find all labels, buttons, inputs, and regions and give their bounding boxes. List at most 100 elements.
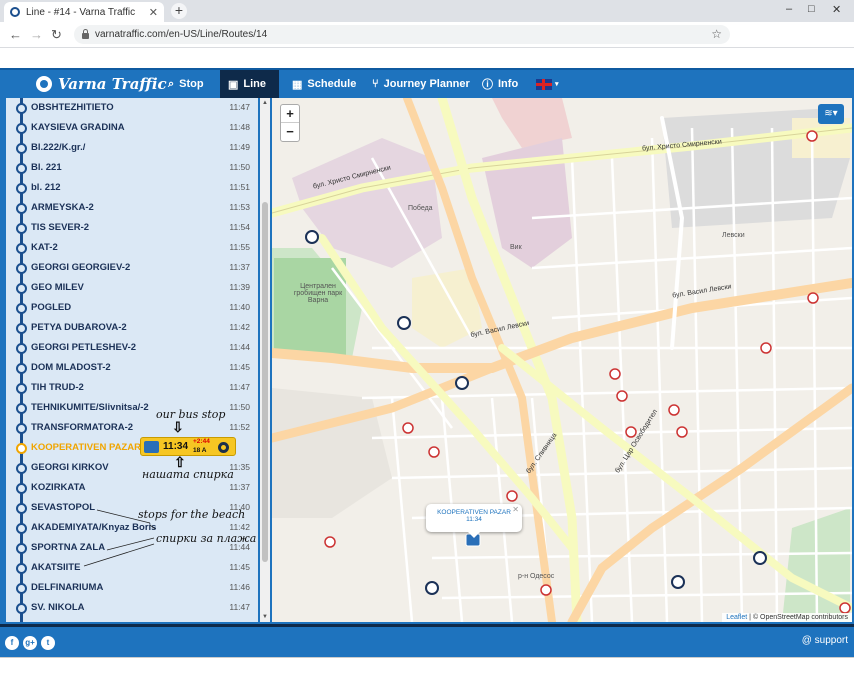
support-link[interactable]: @ support	[802, 635, 848, 646]
stop-row[interactable]: DELFINARIUMA 11:46	[6, 578, 258, 598]
site-logo[interactable]: Varna Traffic	[36, 75, 167, 93]
popup-close-icon[interactable]: ✕	[512, 505, 519, 514]
bus-plate: 18 A	[193, 447, 207, 454]
stop-time: 11:47	[229, 382, 250, 392]
site-favicon-icon	[10, 7, 20, 17]
zoom-control: + −	[280, 104, 300, 142]
stop-name: GEORGI KIRKOV	[31, 462, 109, 473]
nav-info-label: Info	[498, 78, 519, 90]
stop-row[interactable]: AKATSIITE 11:45	[6, 558, 258, 578]
back-arrow-icon[interactable]: ←	[9, 27, 22, 42]
nav-line[interactable]: ▣ Line	[220, 70, 279, 98]
layers-button[interactable]: ≋▾	[818, 104, 844, 124]
stop-dot-icon	[16, 343, 27, 354]
map-panel: + − ≋▾ Победа Левски Вик р-н Одесос Цент…	[270, 98, 854, 624]
nav-info[interactable]: ⓘ Info	[474, 70, 526, 98]
stop-dot-icon	[16, 303, 27, 314]
route-panel: OBSHTEZHITIETO 11:47 KAYSIEVA GRADINA 11:48…	[0, 98, 270, 624]
stop-name: KOOPERATIVEN PAZAR	[31, 442, 141, 453]
stop-row[interactable]: GEO MILEV 11:39	[6, 278, 258, 298]
stop-dot-icon	[16, 383, 27, 394]
url-input[interactable]: varnatraffic.com/en-US/Line/Routes/14 ☆	[74, 25, 730, 44]
stop-row[interactable]: TIS SEVER-2 11:54	[6, 218, 258, 238]
bus-arrival-time: 11:34	[163, 441, 189, 452]
bus-badge[interactable]: 11:34 +2:44 18 A	[140, 437, 236, 456]
stop-time: 11:49	[229, 142, 250, 152]
minimize-icon[interactable]: –	[786, 3, 792, 15]
stop-popup[interactable]: KOOPERATIVEN PAZAR 11:34 ✕	[426, 504, 522, 538]
site-nav-bar: Varna Traffic ⌕ Stop ▣ Line ▦ Schedule ⑂…	[0, 68, 854, 98]
stop-row[interactable]: GEORGI PETLESHEV-2 11:44	[6, 338, 258, 358]
map-canvas[interactable]: + − ≋▾ Победа Левски Вик р-н Одесос Цент…	[272, 98, 852, 622]
reload-icon[interactable]: ↻	[51, 27, 62, 43]
chevron-down-icon: ▾	[555, 81, 559, 88]
stop-row[interactable]: ARMEYSKA-2 11:53	[6, 198, 258, 218]
map-label-pobeda: Победа	[408, 205, 433, 212]
stop-row[interactable]: SV. NIKOLA 11:47	[6, 598, 258, 618]
bookmark-star-icon[interactable]: ☆	[711, 27, 722, 41]
nav-stop[interactable]: ⌕ Stop	[160, 70, 212, 98]
stop-name: KAT-2	[31, 242, 58, 253]
facebook-icon[interactable]: f	[5, 636, 19, 650]
scroll-up-icon[interactable]: ▲	[262, 100, 268, 106]
annotation-stops-for-beach: stops for the beach	[138, 508, 246, 521]
stop-dot-icon	[16, 563, 27, 574]
leaflet-link[interactable]: Leaflet	[726, 614, 747, 621]
stop-name: DOM MLADOST-2	[31, 362, 111, 373]
stop-row[interactable]: POGLED 11:40	[6, 298, 258, 318]
stop-row[interactable]: Bl.222/K.gr./ 11:49	[6, 138, 258, 158]
stop-row[interactable]: GEORGI GEORGIEV-2 11:37	[6, 258, 258, 278]
osm-attribution[interactable]: © OpenStreetMap contributors	[753, 614, 848, 621]
stop-row[interactable]: OBSHTEZHITIETO 11:47	[6, 98, 258, 118]
nav-journey-planner[interactable]: ⑂ Journey Planner	[364, 70, 478, 98]
bus-delay: +2:44	[193, 438, 210, 445]
stop-time: 11:45	[229, 562, 250, 572]
stop-dot-icon	[16, 463, 27, 474]
stop-dot-icon	[16, 543, 27, 554]
browser-tab[interactable]: Line - #14 - Varna Traffic ✕	[4, 2, 164, 22]
scroll-down-icon[interactable]: ▼	[262, 614, 268, 620]
tab-close-icon[interactable]: ✕	[149, 6, 158, 19]
stop-row[interactable]: bl. 212 11:51	[6, 178, 258, 198]
stop-dot-icon	[16, 403, 27, 414]
map-search-icon: ⌕	[168, 77, 175, 90]
twitter-icon[interactable]: t	[41, 636, 55, 650]
nav-schedule[interactable]: ▦ Schedule	[284, 70, 364, 98]
stop-time: 11:53	[229, 202, 250, 212]
stop-row[interactable]: Bl. 221 11:50	[6, 158, 258, 178]
maximize-icon[interactable]: □	[808, 3, 815, 15]
browser-tab-bar: Line - #14 - Varna Traffic ✕ + – □ ✕	[0, 0, 854, 22]
zoom-in-button[interactable]: +	[281, 105, 299, 123]
stop-dot-icon	[16, 363, 27, 374]
google-plus-icon[interactable]: g+	[23, 636, 37, 650]
stop-row[interactable]: PETYA DUBAROVA-2 11:42	[6, 318, 258, 338]
stop-row[interactable]: KAYSIEVA GRADINA 11:48	[6, 118, 258, 138]
bus-icon	[144, 441, 159, 453]
stop-time: 11:46	[229, 582, 250, 592]
stop-time: 11:50	[229, 402, 250, 412]
language-selector[interactable]: ▾	[528, 70, 567, 98]
window-close-icon[interactable]: ✕	[832, 3, 841, 16]
stop-time: 11:37	[229, 482, 250, 492]
stop-list-scrollbar[interactable]: ▲ ▼	[260, 98, 270, 622]
stop-row[interactable]: TIH TRUD-2 11:47	[6, 378, 258, 398]
logo-disc-icon	[36, 76, 52, 92]
stop-time: 11:44	[229, 342, 250, 352]
forward-arrow-icon[interactable]: →	[30, 27, 43, 42]
stop-dot-icon	[16, 183, 27, 194]
new-tab-button[interactable]: +	[171, 3, 187, 19]
scroll-thumb[interactable]	[262, 202, 268, 562]
stop-time: 11:39	[229, 282, 250, 292]
stop-dot-icon	[16, 503, 27, 514]
zoom-out-button[interactable]: −	[281, 123, 299, 141]
url-text: varnatraffic.com/en-US/Line/Routes/14	[95, 29, 268, 40]
page-top-spacer	[0, 48, 854, 68]
stop-row[interactable]: DOM MLADOST-2 11:45	[6, 358, 258, 378]
stop-row[interactable]: KOZIRKATA 11:37	[6, 478, 258, 498]
stop-dot-icon	[16, 223, 27, 234]
stop-name: SPORTNA ZALA	[31, 542, 106, 553]
stop-name: DELFINARIUMA	[31, 582, 104, 593]
stop-row[interactable]: TRANSFORMATORA-2 11:52	[6, 418, 258, 438]
stop-name: SV. NIKOLA	[31, 602, 85, 613]
stop-row[interactable]: KAT-2 11:55	[6, 238, 258, 258]
